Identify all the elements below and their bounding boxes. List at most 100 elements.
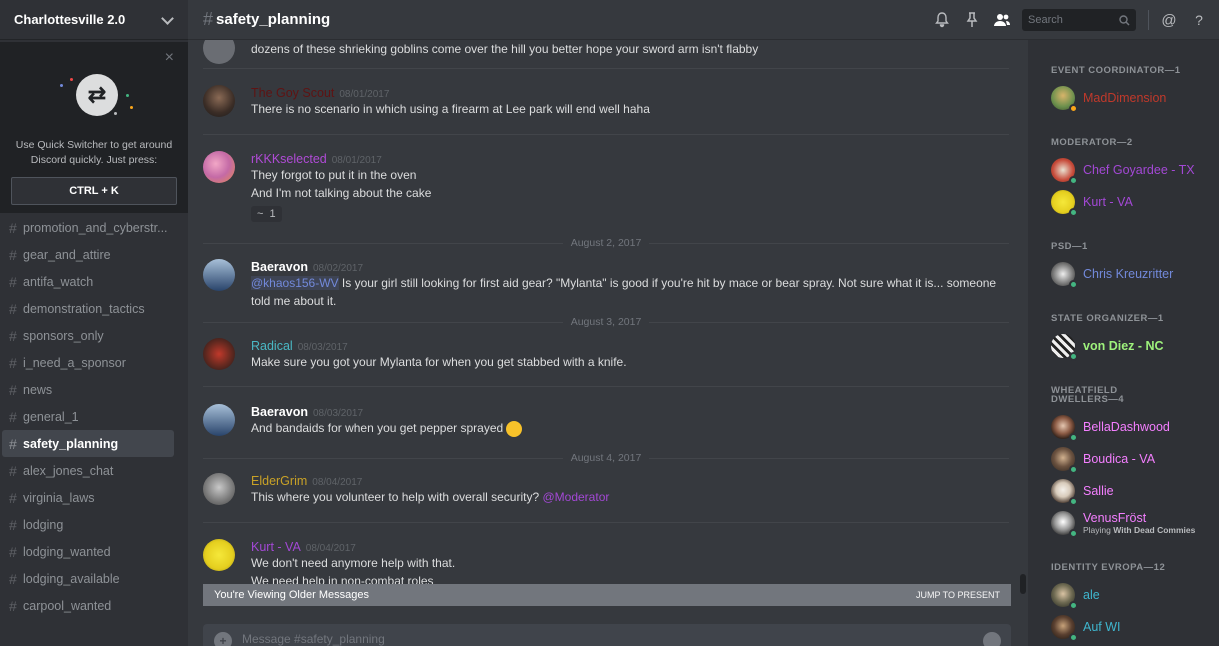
sparkle-icon	[60, 84, 63, 87]
message-list: dozens of these shrieking goblins come o…	[188, 40, 1018, 585]
message: dozens of these shrieking goblins come o…	[203, 40, 1009, 64]
channel-safety-planning[interactable]: # safety_planning	[2, 430, 174, 457]
channel-virginia-laws[interactable]: # virginia_laws	[2, 484, 174, 511]
author-name[interactable]: Baeravon	[251, 405, 308, 419]
member-item[interactable]: Auf WI	[1051, 613, 1216, 642]
member-item[interactable]: Sallie	[1051, 477, 1216, 506]
message-text: And bandaids for when you get pepper spr…	[251, 419, 1009, 437]
channel-lodging[interactable]: # lodging	[2, 511, 174, 538]
hash-icon: #	[9, 246, 17, 263]
channel-antifa-watch[interactable]: # antifa_watch	[2, 268, 174, 295]
channel-promotion[interactable]: # promotion_and_cyberstr...	[2, 214, 174, 241]
bell-icon[interactable]	[932, 10, 952, 30]
channel-general-1[interactable]: # general_1	[2, 403, 174, 430]
members-icon[interactable]	[992, 10, 1012, 30]
avatar	[1051, 447, 1078, 474]
message-text: Make sure you got your Mylanta for when …	[251, 355, 627, 369]
date-separator: August 3, 2017	[203, 316, 1010, 328]
hash-icon: #	[9, 219, 17, 236]
member-name: Kurt - VA	[1083, 195, 1133, 209]
status-online-icon	[1069, 280, 1078, 289]
channel-lodging-wanted[interactable]: # lodging_wanted	[2, 538, 174, 565]
channel-carpool-wanted[interactable]: # carpool_wanted	[2, 592, 174, 619]
author-name[interactable]: rKKKselected	[251, 152, 327, 166]
avatar	[1051, 158, 1078, 185]
status-online-icon	[1069, 176, 1078, 185]
role-mention[interactable]: @Moderator	[542, 490, 609, 504]
composer-placeholder: Message #safety_planning	[242, 632, 385, 646]
mention-icon[interactable]: @	[1159, 10, 1179, 30]
toolbar-divider	[1148, 10, 1149, 30]
timestamp: 08/02/2017	[312, 263, 364, 274]
channel-demonstration-tactics[interactable]: # demonstration_tactics	[2, 295, 174, 322]
message-text: And I'm not talking about the cake	[251, 186, 432, 200]
member-name: VenusFröst	[1083, 510, 1147, 525]
member-name: Sallie	[1083, 484, 1114, 498]
reaction[interactable]: ~1	[251, 206, 282, 222]
emoji-picker-icon[interactable]	[983, 632, 1001, 646]
pin-icon[interactable]	[962, 10, 982, 30]
message-scrollbar[interactable]	[1018, 40, 1028, 646]
message-text: dozens of these shrieking goblins come o…	[251, 42, 759, 56]
channel-sponsors-only[interactable]: # sponsors_only	[2, 322, 174, 349]
channel-list: #flags_banners_signs #promotion_and_cybe…	[0, 195, 188, 619]
author-name[interactable]: Baeravon	[251, 260, 308, 274]
message: The Goy Scout 08/01/2017 There is no scen…	[203, 85, 1009, 118]
older-messages-bar: You're Viewing Older Messages JUMP TO PR…	[203, 584, 1011, 606]
hash-icon: #	[9, 381, 17, 398]
member-item[interactable]: Kurt - VA	[1051, 188, 1216, 217]
avatar[interactable]	[203, 473, 235, 505]
message: Baeravon 08/03/2017 And bandaids for when…	[203, 404, 1009, 437]
hash-icon: #	[9, 570, 17, 587]
member-activity: Playing With Dead Commies	[1083, 524, 1196, 535]
member-item[interactable]: MadDimension	[1051, 84, 1216, 113]
help-icon[interactable]: ?	[1189, 10, 1209, 30]
message-text: There is no scenario in which using a fi…	[251, 102, 650, 116]
member-item[interactable]: Boudica - VA	[1051, 445, 1216, 474]
scrollbar-thumb[interactable]	[1020, 574, 1026, 594]
member-item[interactable]: Chris Kreuzritter	[1051, 260, 1216, 289]
member-info: VenusFröst Playing With Dead Commies	[1083, 510, 1196, 535]
upload-plus-icon[interactable]: +	[214, 632, 232, 646]
hash-icon: #	[9, 543, 17, 560]
channel-gear-and-attire[interactable]: # gear_and_attire	[2, 241, 174, 268]
avatar[interactable]	[203, 259, 235, 291]
avatar[interactable]	[203, 40, 235, 64]
member-item[interactable]: von Diez - NC	[1051, 332, 1216, 361]
member-name: BellaDashwood	[1083, 420, 1170, 434]
hash-icon: #	[9, 462, 17, 479]
chevron-down-icon[interactable]	[160, 13, 174, 27]
avatar[interactable]	[203, 85, 235, 117]
author-name[interactable]: Kurt - VA	[251, 540, 301, 554]
avatar[interactable]	[203, 539, 235, 571]
member-item[interactable]: BellaDashwood	[1051, 413, 1216, 442]
author-name[interactable]: The Goy Scout	[251, 86, 334, 100]
message-composer[interactable]: + Message #safety_planning	[203, 624, 1011, 646]
member-item[interactable]: Chef Goyardee - TX	[1051, 156, 1216, 185]
author-name[interactable]: ElderGrim	[251, 474, 307, 488]
quick-switcher-popup: × ⇄ Use Quick Switcher to get around Dis…	[0, 42, 188, 213]
sparkle-icon	[130, 106, 133, 109]
avatar	[1051, 334, 1078, 361]
quick-switcher-shortcut[interactable]: CTRL + K	[11, 177, 177, 205]
avatar[interactable]	[203, 404, 235, 436]
author-name[interactable]: Radical	[251, 339, 293, 353]
status-online-icon	[1069, 529, 1078, 538]
channel-alex-jones-chat[interactable]: # alex_jones_chat	[2, 457, 174, 484]
channel-i-need-a-sponsor[interactable]: # i_need_a_sponsor	[2, 349, 174, 376]
member-item[interactable]: ale	[1051, 581, 1216, 610]
member-item[interactable]: VenusFröst Playing With Dead Commies	[1051, 509, 1216, 538]
member-group-header: STATE ORGANIZER—1	[1051, 313, 1164, 324]
jump-to-present-button[interactable]: JUMP TO PRESENT	[916, 590, 1000, 600]
server-header[interactable]: Charlottesville 2.0	[0, 0, 188, 40]
channel-lodging-available[interactable]: # lodging_available	[2, 565, 174, 592]
channel-news[interactable]: # news	[2, 376, 174, 403]
member-name: von Diez - NC	[1083, 339, 1164, 353]
member-group-header: MODERATOR—2	[1051, 137, 1133, 148]
avatar[interactable]	[203, 151, 235, 183]
avatar	[1051, 479, 1078, 506]
avatar[interactable]	[203, 338, 235, 370]
user-mention[interactable]: @khaos156-WV	[251, 276, 339, 290]
reaction-emoji: ~	[257, 208, 264, 220]
search-input[interactable]: Search	[1022, 9, 1136, 31]
